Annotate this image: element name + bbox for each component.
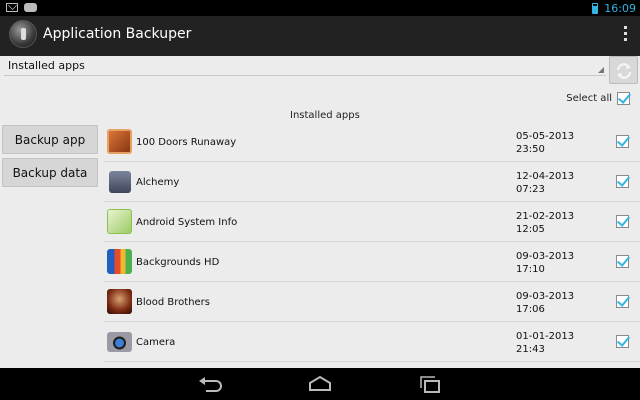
- app-checkbox[interactable]: [616, 135, 629, 148]
- app-checkbox[interactable]: [616, 335, 629, 348]
- navigation-bar: [0, 368, 640, 400]
- list-item[interactable]: Alchemy 12-04-2013 07:23: [104, 162, 640, 202]
- backup-data-button[interactable]: Backup data: [2, 158, 98, 187]
- camera-app-icon: [107, 332, 132, 352]
- home-icon[interactable]: [306, 374, 334, 394]
- overflow-menu-icon[interactable]: [624, 26, 628, 42]
- blood-brothers-icon: [107, 289, 132, 314]
- list-item[interactable]: 100 Doors Runaway 05-05-2013 23:50: [104, 122, 640, 162]
- select-all-label: Select all: [566, 93, 612, 104]
- app-name: Backgrounds HD: [136, 257, 220, 268]
- app-date: 05-05-2013 23:50: [516, 131, 575, 155]
- list-item[interactable]: Android System Info 21-02-2013 12:05: [104, 202, 640, 242]
- app-checkbox[interactable]: [616, 255, 629, 268]
- list-item[interactable]: Camera 01-01-2013 21:43: [104, 322, 640, 362]
- doors-app-icon: [107, 129, 132, 154]
- app-list: 100 Doors Runaway 05-05-2013 23:50 Alchem…: [104, 122, 640, 368]
- app-name: Android System Info: [136, 217, 238, 228]
- alchemy-app-icon: [109, 171, 131, 193]
- notification-icons: [6, 3, 37, 12]
- app-name: Alchemy: [136, 177, 180, 188]
- app-checkbox[interactable]: [616, 215, 629, 228]
- app-filter-spinner[interactable]: Installed apps: [4, 58, 606, 76]
- gmail-notification-icon: [6, 3, 18, 12]
- app-name: Camera: [136, 337, 176, 348]
- app-name: Blood Brothers: [136, 297, 211, 308]
- app-date: 01-01-2013 21:43: [516, 331, 575, 355]
- status-right: 16:09: [592, 0, 636, 16]
- recent-apps-icon[interactable]: [416, 374, 444, 394]
- app-date: 09-03-2013 17:10: [516, 251, 575, 275]
- app-checkbox[interactable]: [616, 175, 629, 188]
- backup-app-button[interactable]: Backup app: [2, 125, 98, 154]
- refresh-icon: [616, 63, 632, 79]
- backgrounds-hd-icon: [107, 249, 132, 274]
- select-all-checkbox[interactable]: [617, 92, 630, 105]
- android-system-info-icon: [107, 209, 132, 234]
- app-date: 21-02-2013 12:05: [516, 211, 575, 235]
- spinner-selected-value: Installed apps: [8, 59, 85, 72]
- battery-icon: [592, 2, 599, 14]
- list-item[interactable]: Blood Brothers 09-03-2013 17:06: [104, 282, 640, 322]
- list-item[interactable]: Backgrounds HD 09-03-2013 17:10: [104, 242, 640, 282]
- app-checkbox[interactable]: [616, 295, 629, 308]
- back-icon[interactable]: [197, 374, 225, 394]
- action-bar: Application Backuper: [0, 16, 640, 56]
- spinner-arrow-icon: [598, 67, 604, 73]
- refresh-button[interactable]: [609, 56, 638, 84]
- app-date: 12-04-2013 07:23: [516, 171, 575, 195]
- list-title: Installed apps: [290, 110, 360, 121]
- app-logo-icon[interactable]: [9, 20, 37, 48]
- app-name: 100 Doors Runaway: [136, 137, 237, 148]
- game-controller-notification-icon: [24, 3, 37, 12]
- app-title: Application Backuper: [43, 26, 192, 42]
- status-bar: 16:09: [0, 0, 640, 16]
- clock: 16:09: [604, 1, 636, 15]
- app-date: 09-03-2013 17:06: [516, 291, 575, 315]
